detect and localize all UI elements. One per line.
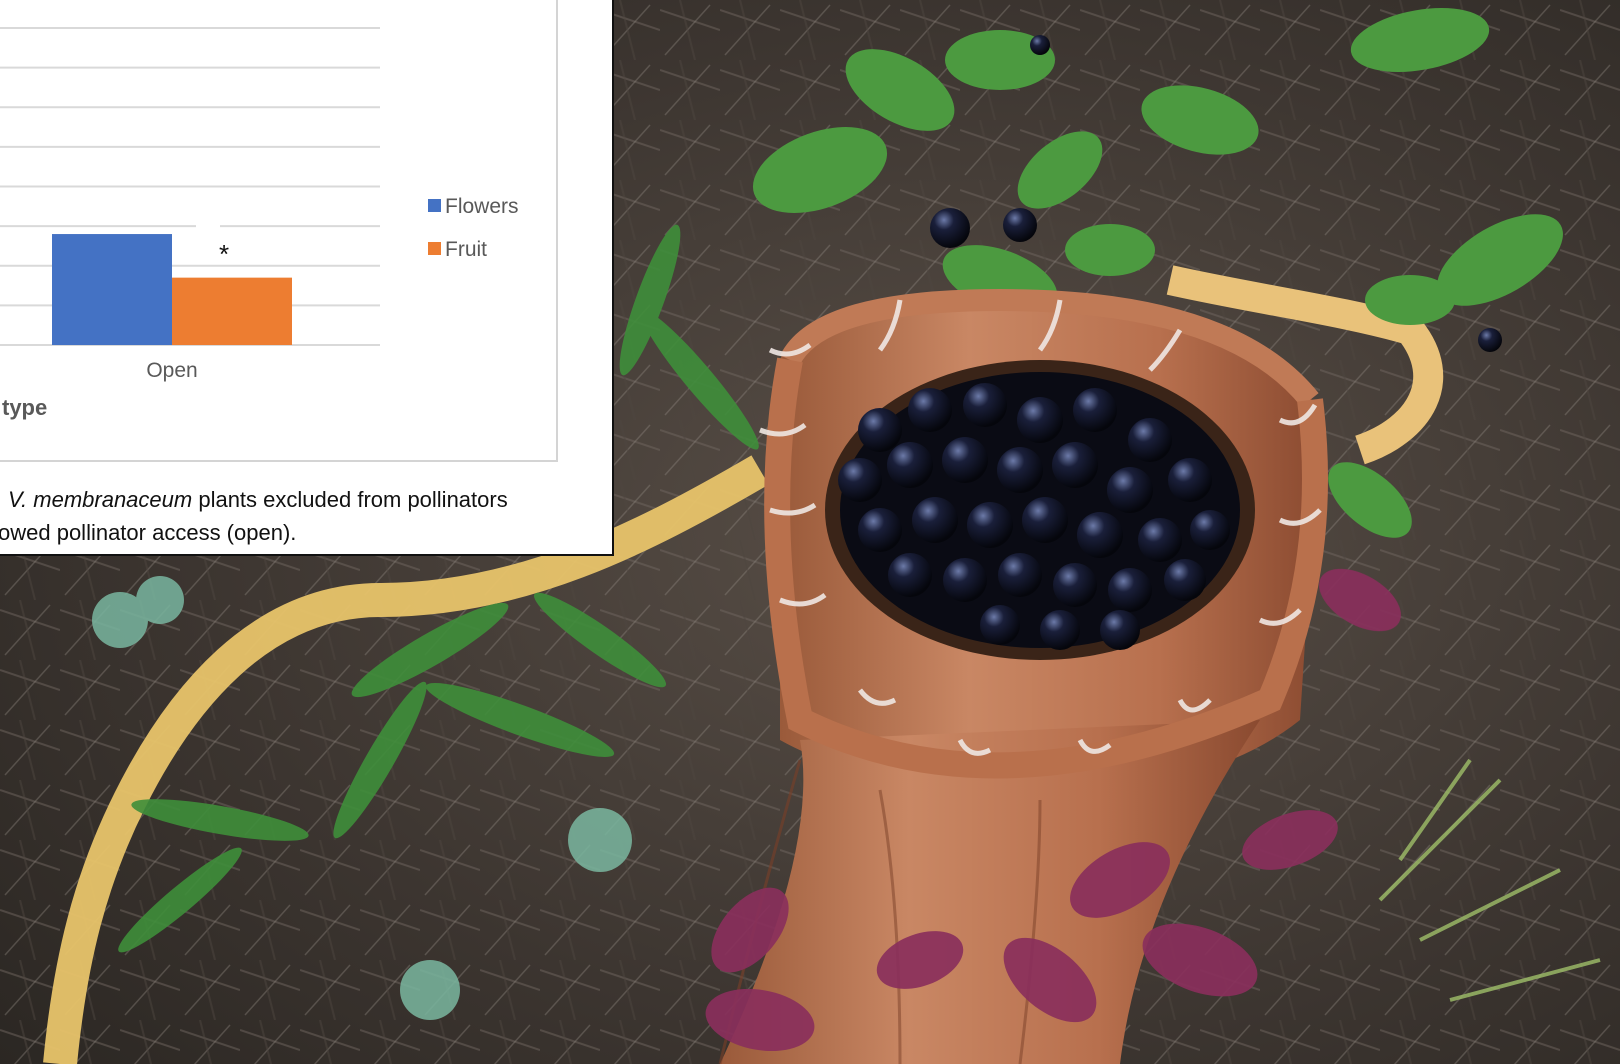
legend-swatch-flowers	[428, 199, 441, 212]
chart-panel: Open * type Flowers Fruit	[0, 0, 614, 556]
bar-flowers	[52, 234, 172, 345]
bar-chart: Open * type Flowers Fruit	[0, 27, 519, 420]
marker-gap	[196, 222, 220, 229]
caption-line-1-text: plants excluded from pollinators	[192, 487, 508, 512]
x-tick-label-open: Open	[146, 359, 197, 382]
caption-species: V. membranaceum	[8, 487, 193, 512]
bar-fruit	[172, 277, 292, 345]
legend-swatch-fruit	[428, 242, 441, 255]
significance-marker: *	[219, 239, 229, 269]
legend: Flowers Fruit	[428, 195, 519, 261]
caption-line-1: V. membranaceum plants excluded from pol…	[8, 483, 508, 516]
caption-line-2: owed pollinator access (open).	[0, 520, 297, 545]
legend-label-flowers: Flowers	[445, 195, 519, 218]
x-axis-title-fragment: type	[2, 395, 47, 420]
bars	[52, 222, 292, 345]
legend-label-fruit: Fruit	[445, 238, 487, 261]
